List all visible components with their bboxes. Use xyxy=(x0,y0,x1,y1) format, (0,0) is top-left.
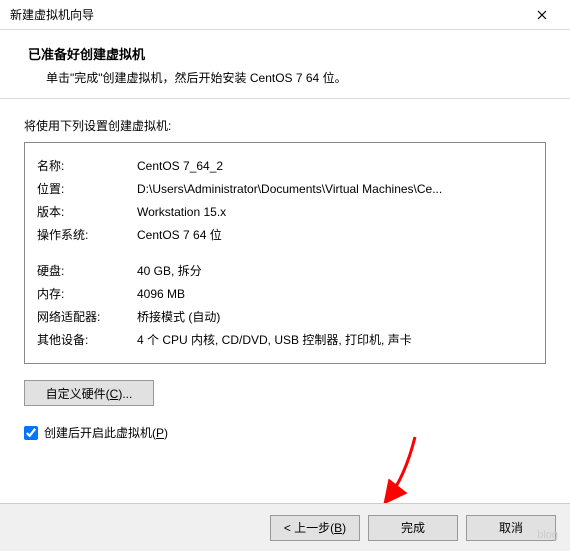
finish-button[interactable]: 完成 xyxy=(368,515,458,541)
window-title: 新建虚拟机向导 xyxy=(10,6,522,23)
titlebar: 新建虚拟机向导 xyxy=(0,0,570,30)
label-network: 网络适配器: xyxy=(37,307,137,327)
close-button[interactable] xyxy=(522,1,562,29)
page-subtitle: 单击"完成"创建虚拟机，然后开始安装 CentOS 7 64 位。 xyxy=(28,69,552,86)
row-network: 网络适配器: 桥接模式 (自动) xyxy=(37,307,533,327)
settings-panel: 名称: CentOS 7_64_2 位置: D:\Users\Administr… xyxy=(24,142,546,364)
label-other: 其他设备: xyxy=(37,330,137,350)
label-version: 版本: xyxy=(37,202,137,222)
row-memory: 内存: 4096 MB xyxy=(37,284,533,304)
wizard-header: 已准备好创建虚拟机 单击"完成"创建虚拟机，然后开始安装 CentOS 7 64… xyxy=(0,30,570,99)
annotation-arrow-icon xyxy=(365,432,425,512)
row-other: 其他设备: 4 个 CPU 内核, CD/DVD, USB 控制器, 打印机, … xyxy=(37,330,533,350)
settings-intro: 将使用下列设置创建虚拟机: xyxy=(24,117,546,134)
row-name: 名称: CentOS 7_64_2 xyxy=(37,156,533,176)
value-location: D:\Users\Administrator\Documents\Virtual… xyxy=(137,179,533,199)
back-button[interactable]: < 上一步(B) xyxy=(270,515,360,541)
cancel-button[interactable]: 取消 xyxy=(466,515,556,541)
value-disk: 40 GB, 拆分 xyxy=(137,261,533,281)
value-network: 桥接模式 (自动) xyxy=(137,307,533,327)
row-version: 版本: Workstation 15.x xyxy=(37,202,533,222)
content-area: 将使用下列设置创建虚拟机: 名称: CentOS 7_64_2 位置: D:\U… xyxy=(0,99,570,441)
page-heading: 已准备好创建虚拟机 xyxy=(28,44,552,63)
value-memory: 4096 MB xyxy=(137,284,533,304)
label-os: 操作系统: xyxy=(37,225,137,245)
value-other: 4 个 CPU 内核, CD/DVD, USB 控制器, 打印机, 声卡 xyxy=(137,330,533,350)
power-on-checkbox[interactable] xyxy=(24,426,38,440)
wizard-footer: < 上一步(B) 完成 取消 xyxy=(0,503,570,551)
customize-hardware-button[interactable]: 自定义硬件(C)... xyxy=(24,380,154,406)
row-location: 位置: D:\Users\Administrator\Documents\Vir… xyxy=(37,179,533,199)
label-name: 名称: xyxy=(37,156,137,176)
label-memory: 内存: xyxy=(37,284,137,304)
label-disk: 硬盘: xyxy=(37,261,137,281)
label-location: 位置: xyxy=(37,179,137,199)
power-on-checkbox-row[interactable]: 创建后开启此虚拟机(P) xyxy=(24,424,546,441)
value-os: CentOS 7 64 位 xyxy=(137,225,533,245)
value-version: Workstation 15.x xyxy=(137,202,533,222)
value-name: CentOS 7_64_2 xyxy=(137,156,533,176)
row-os: 操作系统: CentOS 7 64 位 xyxy=(37,225,533,245)
power-on-label: 创建后开启此虚拟机(P) xyxy=(44,424,168,441)
close-icon xyxy=(537,10,547,20)
row-disk: 硬盘: 40 GB, 拆分 xyxy=(37,261,533,281)
